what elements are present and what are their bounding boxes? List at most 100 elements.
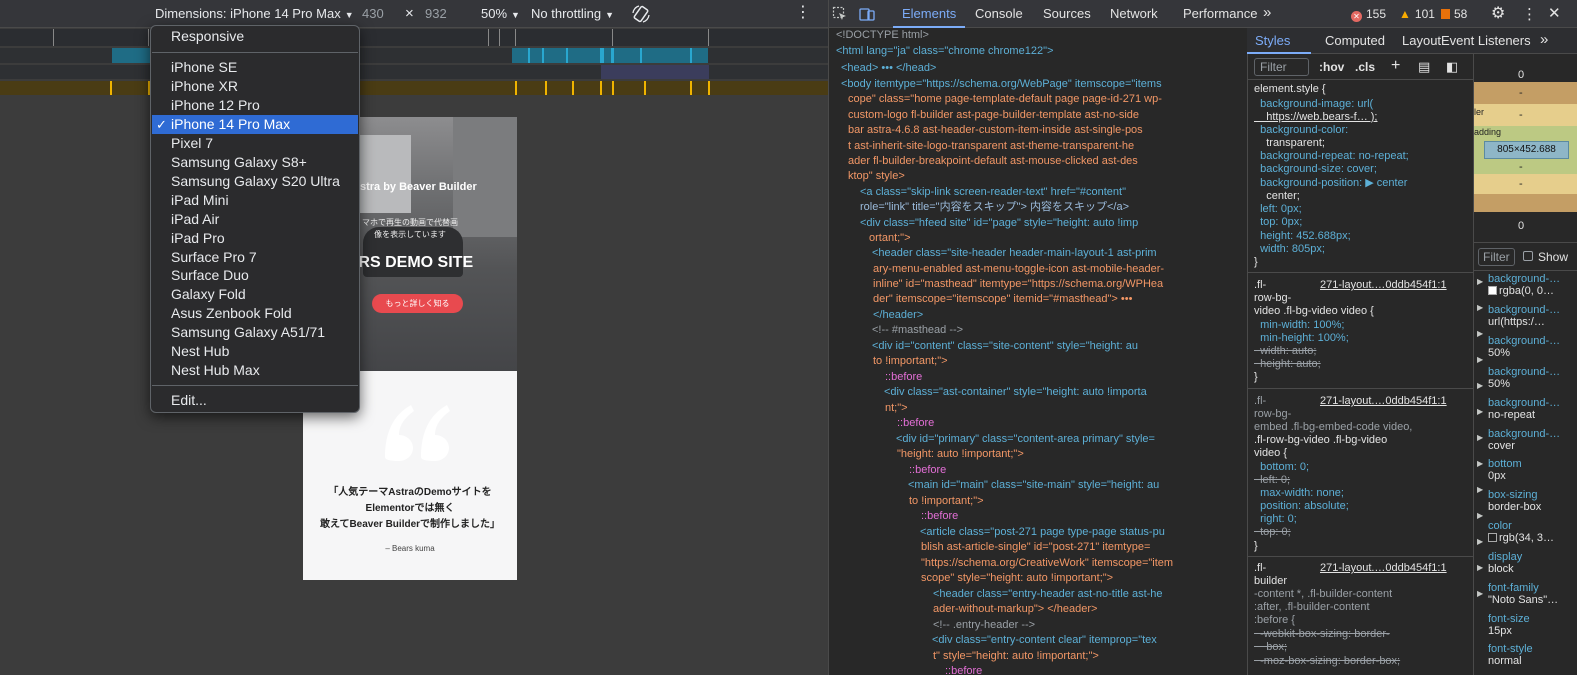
- menu-item-device[interactable]: Surface Pro 7: [152, 248, 358, 267]
- style-selector[interactable]: video {: [1254, 447, 1287, 460]
- dom-line[interactable]: ktop" style>: [848, 169, 905, 184]
- dom-line[interactable]: inline" id="masthead" itemtype="https://…: [873, 277, 1163, 292]
- dom-line[interactable]: ader fl-builder-breakpoint-default ast-m…: [848, 154, 1138, 169]
- dom-line[interactable]: to !important;">: [909, 494, 984, 509]
- menu-item-responsive[interactable]: Responsive: [152, 27, 358, 46]
- menu-item-device[interactable]: Nest Hub: [152, 342, 358, 361]
- dom-line[interactable]: <header class="entry-header ast-no-title…: [933, 587, 1163, 602]
- dom-line[interactable]: t" style="height: auto !important;">: [933, 649, 1099, 664]
- rule-source-link[interactable]: 271-layout.…0ddb454f1:1: [1320, 395, 1447, 408]
- more-tabs-icon[interactable]: »: [1263, 4, 1271, 21]
- dom-line[interactable]: ::before: [945, 664, 982, 675]
- style-selector[interactable]: .fl-: [1254, 562, 1266, 575]
- dom-line[interactable]: custom-logo fl-builder ast-page-builder-…: [848, 108, 1139, 123]
- dom-line[interactable]: <head> ••• </head>: [841, 61, 936, 76]
- style-prop-overridden[interactable]: -webkit-box-sizing: border-: [1254, 628, 1390, 641]
- media-query-bar[interactable]: [0, 29, 828, 46]
- tab-styles[interactable]: Styles: [1255, 33, 1290, 48]
- dom-line[interactable]: <!DOCTYPE html>: [836, 28, 929, 43]
- menu-item-device[interactable]: Surface Duo: [152, 266, 358, 285]
- dom-line[interactable]: <html lang="ja" class="chrome chrome122"…: [836, 44, 1053, 59]
- throttling-dropdown[interactable]: No throttling ▼: [531, 6, 614, 21]
- rule-source-link[interactable]: 271-layout.…0ddb454f1:1: [1320, 562, 1447, 575]
- dom-line[interactable]: t ast-inherit-site-logo-transparent ast-…: [848, 139, 1134, 154]
- style-prop[interactable]: background-position: ▶ center: [1254, 177, 1407, 190]
- menu-item-device[interactable]: iPad Pro: [152, 229, 358, 248]
- style-prop-overridden[interactable]: height: auto;: [1254, 358, 1321, 371]
- style-selector[interactable]: video .fl-bg-video video {: [1254, 305, 1374, 318]
- computed-filter-input[interactable]: Filter: [1478, 248, 1515, 266]
- style-prop[interactable]: bottom: 0;: [1254, 461, 1309, 474]
- warnings-counter[interactable]: ▲ 101: [1399, 7, 1435, 21]
- style-value[interactable]: center;: [1254, 190, 1300, 203]
- style-prop[interactable]: position: absolute;: [1254, 500, 1349, 513]
- style-prop-overridden[interactable]: left: 0;: [1254, 474, 1290, 487]
- show-all-checkbox[interactable]: [1523, 251, 1533, 261]
- style-selector[interactable]: embed .fl-bg-embed-code video,: [1254, 421, 1412, 434]
- tab-performance[interactable]: Performance: [1183, 6, 1257, 21]
- style-prop[interactable]: background-repeat: no-repeat;: [1254, 150, 1409, 163]
- style-prop[interactable]: min-width: 100%;: [1254, 319, 1344, 332]
- menu-item-device[interactable]: Galaxy Fold: [152, 285, 358, 304]
- style-prop[interactable]: background-size: cover;: [1254, 163, 1377, 176]
- style-prop[interactable]: max-width: none;: [1254, 487, 1344, 500]
- media-query-bar[interactable]: [0, 81, 828, 95]
- style-selector[interactable]: row-bg-: [1254, 408, 1291, 421]
- menu-item-device[interactable]: Samsung Galaxy S20 Ultra: [152, 172, 358, 191]
- dom-line[interactable]: ader-without-markup"> </header>: [933, 602, 1097, 617]
- style-selector[interactable]: -content *, .fl-builder-content: [1254, 588, 1392, 601]
- style-prop[interactable]: background-image: url(: [1254, 98, 1373, 111]
- dom-line[interactable]: <a class="skip-link screen-reader-text" …: [860, 185, 1126, 200]
- style-prop-overridden[interactable]: width: auto;: [1254, 345, 1316, 358]
- dom-line[interactable]: "height: auto !important;">: [897, 447, 1024, 462]
- dom-line[interactable]: <div class="hfeed site" id="page" style=…: [860, 216, 1138, 231]
- styles-filter-input[interactable]: Filter: [1254, 58, 1309, 76]
- style-prop-overridden[interactable]: box;: [1254, 641, 1287, 654]
- menu-item-device[interactable]: iPad Air: [152, 210, 358, 229]
- style-prop[interactable]: top: 0px;: [1254, 216, 1302, 229]
- dom-tree[interactable]: <!DOCTYPE html> <html lang="ja" class="c…: [829, 28, 1247, 675]
- style-selector[interactable]: .fl-: [1254, 395, 1266, 408]
- add-rule-icon[interactable]: +: [1391, 57, 1400, 75]
- style-prop-overridden[interactable]: -moz-box-sizing: border-box;: [1254, 655, 1400, 668]
- tab-elements[interactable]: Elements: [902, 6, 956, 21]
- style-prop[interactable]: height: 452.688px;: [1254, 230, 1351, 243]
- media-query-bar[interactable]: [0, 48, 828, 63]
- menu-item-device[interactable]: Nest Hub Max: [152, 361, 358, 380]
- dom-line[interactable]: "https://schema.org/CreativeWork" itemsc…: [921, 556, 1173, 571]
- dom-line[interactable]: <div id="content" class="site-content" s…: [872, 339, 1138, 354]
- style-link[interactable]: https://web.bears-f… );: [1254, 111, 1377, 124]
- media-query-bar[interactable]: [0, 65, 828, 79]
- tab-sources[interactable]: Sources: [1043, 6, 1091, 21]
- inspect-element-icon[interactable]: [832, 6, 848, 22]
- dom-line[interactable]: <main id="main" class="site-main" style=…: [908, 478, 1159, 493]
- dom-line[interactable]: <div class="ast-container" style="height…: [884, 385, 1147, 400]
- style-selector[interactable]: element.style {: [1254, 83, 1326, 96]
- style-prop[interactable]: min-height: 100%;: [1254, 332, 1349, 345]
- issues-counter[interactable]: 58: [1441, 7, 1467, 21]
- sidebar-toggle-icon[interactable]: ◧: [1446, 59, 1458, 75]
- dom-line[interactable]: <!-- #masthead -->: [872, 323, 963, 338]
- menu-item-device[interactable]: iPhone SE: [152, 58, 358, 77]
- menu-item-device[interactable]: iPhone 12 Pro: [152, 96, 358, 115]
- dom-line[interactable]: <body itemtype="https://schema.org/WebPa…: [841, 77, 1162, 92]
- rule-source-link[interactable]: 271-layout.…0ddb454f1:1: [1320, 279, 1447, 292]
- dom-line[interactable]: <article class="post-271 page type-page …: [920, 525, 1165, 540]
- style-prop[interactable]: right: 0;: [1254, 513, 1297, 526]
- zoom-dropdown[interactable]: 50% ▼: [481, 6, 520, 21]
- dom-line[interactable]: cope" class="home page-template-default …: [848, 92, 1162, 107]
- style-selector[interactable]: :before {: [1254, 614, 1295, 627]
- dom-line[interactable]: ::before: [897, 416, 934, 431]
- hero-more-button[interactable]: もっと詳しく知る: [372, 294, 463, 313]
- dom-line[interactable]: ::before: [921, 509, 958, 524]
- tab-event-listeners[interactable]: Event Listeners: [1441, 33, 1531, 48]
- dom-line[interactable]: scope" style="height: auto !important;">: [921, 571, 1113, 586]
- tab-layout[interactable]: Layout: [1402, 33, 1441, 48]
- style-prop-overridden[interactable]: top: 0;: [1254, 526, 1291, 539]
- dom-line[interactable]: <div id="primary" class="content-area pr…: [896, 432, 1155, 447]
- dom-line[interactable]: bar astra-4.6.8 ast-header-custom-item-i…: [848, 123, 1143, 138]
- more-subtabs-icon[interactable]: »: [1540, 31, 1548, 48]
- dom-line[interactable]: ary-menu-enabled ast-menu-toggle-icon as…: [873, 262, 1164, 277]
- menu-item-device[interactable]: Samsung Galaxy S8+: [152, 153, 358, 172]
- box-model[interactable]: 0 - ler - adding 805×452.688 - - 0: [1474, 54, 1577, 232]
